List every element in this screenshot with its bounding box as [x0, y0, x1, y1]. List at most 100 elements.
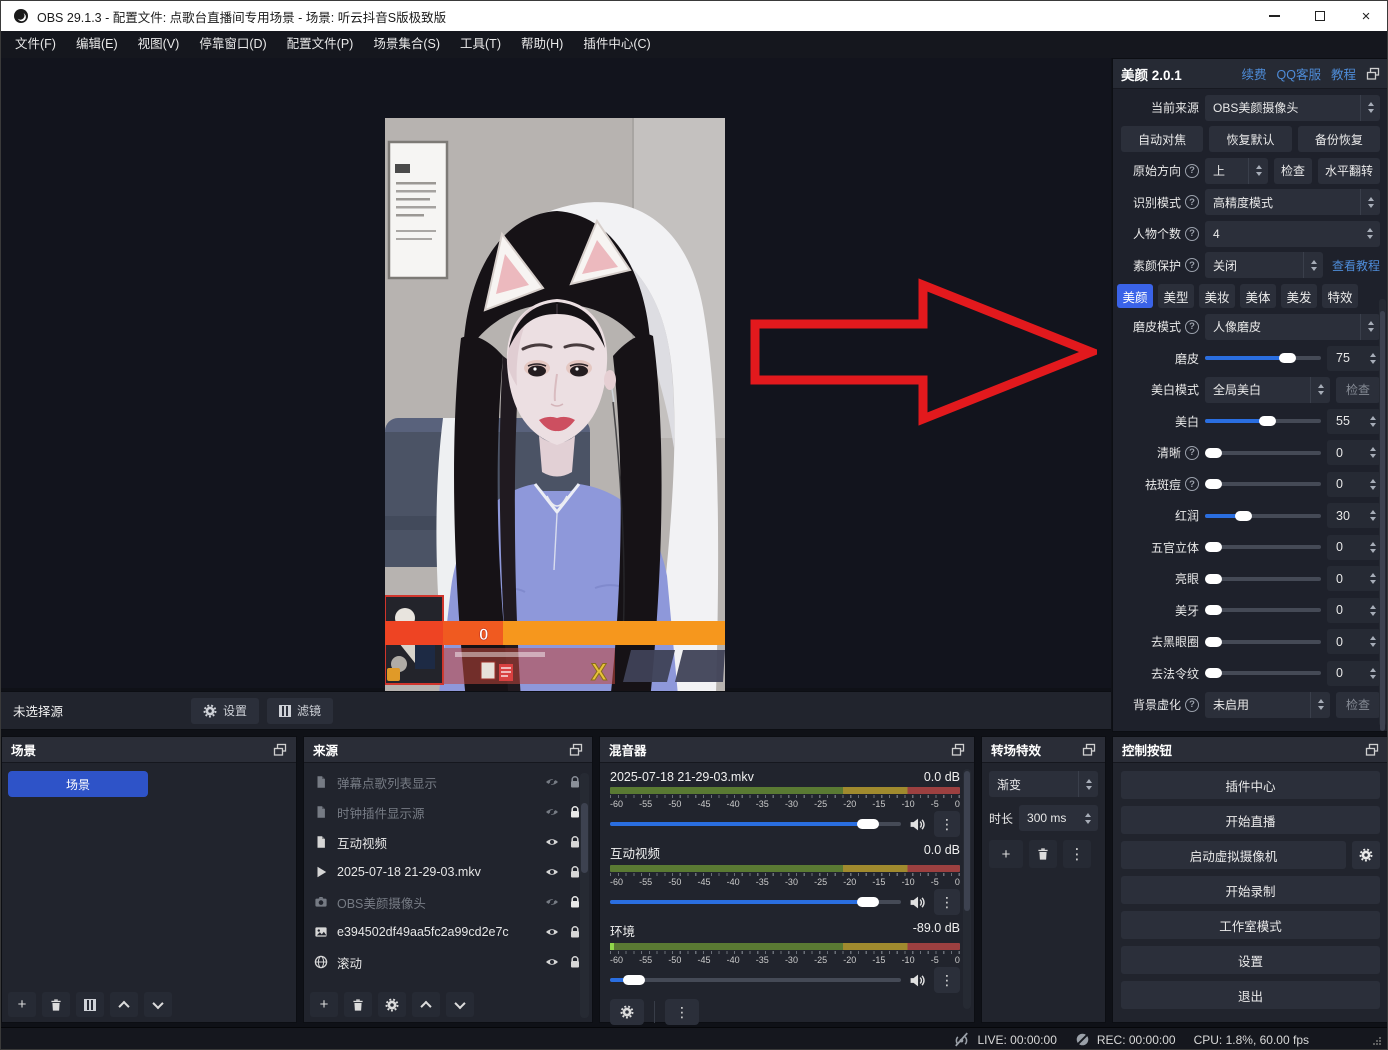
renew-link[interactable]: 续费 — [1242, 64, 1267, 83]
start-virtual-camera-button[interactable]: 启动虚拟摄像机 — [1121, 841, 1346, 869]
menu-edit[interactable]: 编辑(E) — [66, 31, 128, 58]
tab-makeup[interactable]: 美妆 — [1199, 284, 1235, 308]
clarity-value-box[interactable]: 0 — [1327, 440, 1381, 465]
source-row[interactable]: 互动视频 — [304, 827, 592, 857]
move-source-up-button[interactable] — [412, 992, 440, 1017]
source-row[interactable]: OBS美颜摄像头 — [304, 887, 592, 917]
orientation-check-button[interactable]: 检查 — [1274, 158, 1312, 184]
help-icon[interactable]: ? — [1185, 446, 1199, 460]
rosy-value-box[interactable]: 30 — [1327, 503, 1381, 528]
start-recording-button[interactable]: 开始录制 — [1121, 876, 1380, 904]
menu-help[interactable]: 帮助(H) — [511, 31, 573, 58]
nasolabial-removal-value-box[interactable]: 0 — [1327, 661, 1381, 686]
remove-scene-button[interactable] — [42, 992, 70, 1017]
teeth-whitening-slider[interactable] — [1205, 598, 1321, 622]
maximize-button[interactable] — [1297, 1, 1343, 31]
tab-reshape[interactable]: 美型 — [1158, 284, 1194, 308]
menu-docks[interactable]: 停靠窗口(D) — [189, 31, 276, 58]
source-filters-button[interactable]: 滤镜 — [267, 698, 333, 724]
move-source-down-button[interactable] — [446, 992, 474, 1017]
popout-icon[interactable] — [273, 743, 287, 757]
bright-eyes-value-box[interactable]: 0 — [1327, 566, 1381, 591]
help-icon[interactable]: ? — [1185, 258, 1199, 272]
whitening-check-button[interactable]: 检查 — [1336, 377, 1380, 403]
detect-mode-select[interactable]: 高精度模式 — [1205, 189, 1380, 215]
menu-tools[interactable]: 工具(T) — [450, 31, 511, 58]
minimize-button[interactable] — [1251, 1, 1297, 31]
menu-profile[interactable]: 配置文件(P) — [277, 31, 364, 58]
source-row[interactable]: 时钟插件显示源 — [304, 797, 592, 827]
scene-list-item[interactable]: 场景 — [8, 771, 148, 797]
add-transition-button[interactable]: + — [989, 840, 1023, 868]
face-3d-value-box[interactable]: 0 — [1327, 535, 1381, 560]
move-scene-up-button[interactable] — [110, 992, 138, 1017]
tutorial-link[interactable]: 教程 — [1331, 64, 1356, 83]
source-row[interactable]: 2025-07-18 21-29-03.mkv — [304, 857, 592, 887]
autofocus-button[interactable]: 自动对焦 — [1121, 126, 1203, 152]
eye-icon[interactable] — [545, 925, 559, 939]
transition-options-button[interactable]: ⋮ — [1063, 840, 1091, 868]
horizontal-flip-button[interactable]: 水平翻转 — [1318, 158, 1380, 184]
nasolabial-removal-slider[interactable] — [1205, 661, 1321, 685]
scrollbar-handle[interactable] — [581, 803, 588, 873]
close-button[interactable]: × — [1343, 1, 1388, 31]
channel-options-button[interactable]: ⋮ — [934, 967, 960, 993]
volume-slider[interactable] — [610, 814, 901, 834]
help-icon[interactable]: ? — [1185, 227, 1199, 241]
help-icon[interactable]: ? — [1185, 164, 1199, 178]
eye-icon[interactable] — [545, 955, 559, 969]
channel-options-button[interactable]: ⋮ — [934, 889, 960, 915]
source-settings-button[interactable]: 设置 — [191, 698, 259, 724]
whitening-value-box[interactable]: 55 — [1327, 409, 1381, 434]
dark-circle-removal-slider[interactable] — [1205, 630, 1321, 654]
resize-grip[interactable] — [1372, 1035, 1382, 1049]
popout-icon[interactable] — [1082, 743, 1096, 757]
start-streaming-button[interactable]: 开始直播 — [1121, 806, 1380, 834]
smooth-skin-slider[interactable] — [1205, 346, 1321, 370]
tab-beauty[interactable]: 美颜 — [1117, 284, 1153, 308]
beauty-panel-scrollbar[interactable] — [1379, 299, 1386, 726]
qq-support-link[interactable]: QQ客服 — [1277, 64, 1321, 83]
remove-source-button[interactable] — [344, 992, 372, 1017]
scene-filters-button[interactable] — [76, 992, 104, 1017]
scrollbar-handle[interactable] — [1380, 311, 1385, 731]
eye-slash-icon[interactable] — [545, 895, 559, 909]
source-properties-button[interactable] — [378, 992, 406, 1017]
eye-icon[interactable] — [545, 835, 559, 849]
speaker-icon[interactable] — [909, 817, 926, 832]
transition-select[interactable]: 渐变 — [989, 771, 1098, 797]
smooth-mode-select[interactable]: 人像磨皮 — [1205, 314, 1380, 340]
help-icon[interactable]: ? — [1185, 195, 1199, 209]
restore-defaults-button[interactable]: 恢复默认 — [1209, 126, 1291, 152]
view-tutorial-link[interactable]: 查看教程 — [1332, 257, 1380, 274]
whitening-slider[interactable] — [1205, 409, 1321, 433]
scrollbar-handle[interactable] — [964, 771, 970, 911]
duration-spinbox[interactable]: 300 ms — [1019, 805, 1098, 831]
tab-hair[interactable]: 美发 — [1281, 284, 1317, 308]
speaker-icon[interactable] — [909, 895, 926, 910]
backup-restore-button[interactable]: 备份恢复 — [1298, 126, 1380, 152]
background-blur-check-button[interactable]: 检查 — [1336, 692, 1380, 718]
source-row[interactable]: e394502df49aa5fc2a99cd2e7c — [304, 917, 592, 947]
menu-file[interactable]: 文件(F) — [5, 31, 66, 58]
bare-face-protect-select[interactable]: 关闭 — [1205, 252, 1323, 278]
advanced-audio-button[interactable] — [610, 999, 644, 1025]
eye-icon[interactable] — [545, 865, 559, 879]
tab-body[interactable]: 美体 — [1240, 284, 1276, 308]
plugin-center-button[interactable]: 插件中心 — [1121, 771, 1380, 799]
add-scene-button[interactable]: + — [8, 992, 36, 1017]
smooth-skin-value-box[interactable]: 75 — [1327, 346, 1381, 371]
whitening-mode-select[interactable]: 全局美白 — [1205, 377, 1330, 403]
popout-icon[interactable] — [1365, 743, 1379, 757]
popout-icon[interactable] — [569, 743, 583, 757]
volume-slider[interactable] — [610, 970, 901, 990]
popout-icon[interactable] — [951, 743, 965, 757]
dark-circle-removal-value-box[interactable]: 0 — [1327, 629, 1381, 654]
face-3d-slider[interactable] — [1205, 535, 1321, 559]
help-icon[interactable]: ? — [1185, 477, 1199, 491]
virtual-camera-settings-button[interactable] — [1352, 841, 1380, 869]
move-scene-down-button[interactable] — [144, 992, 172, 1017]
studio-mode-button[interactable]: 工作室模式 — [1121, 911, 1380, 939]
source-row[interactable]: 弹幕点歌列表显示 — [304, 767, 592, 797]
preview-canvas[interactable]: 0 X — [1, 58, 1111, 688]
